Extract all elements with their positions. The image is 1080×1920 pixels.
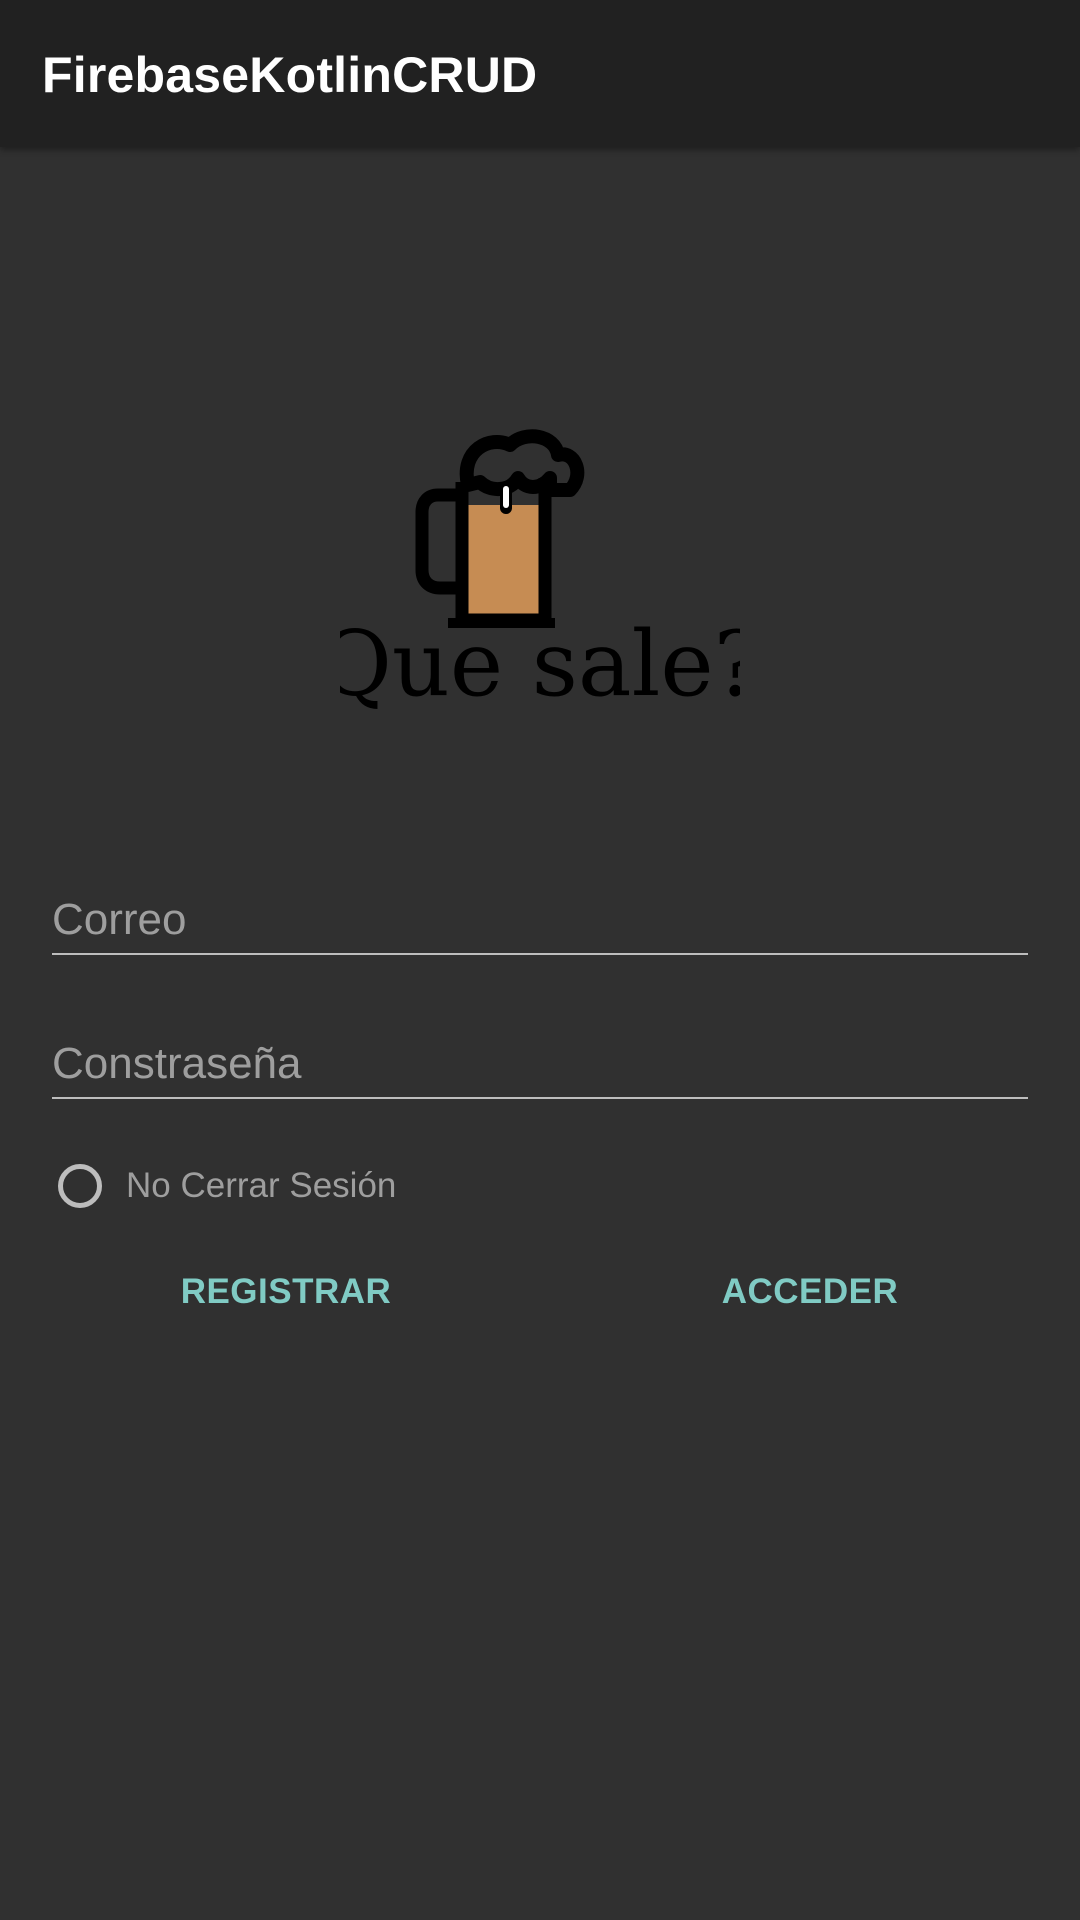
app-title: FirebaseKotlinCRUD: [42, 47, 538, 103]
login-button[interactable]: ACCEDER: [580, 1262, 1040, 1322]
app-bar: FirebaseKotlinCRUD: [0, 0, 1080, 147]
logo-text: Que sale?: [340, 612, 740, 717]
email-field[interactable]: [52, 873, 1028, 955]
register-button[interactable]: REGISTRAR: [52, 1262, 520, 1322]
keep-session-option[interactable]: No Cerrar Sesión: [56, 1158, 396, 1214]
password-input[interactable]: [52, 1039, 1028, 1089]
beer-mug-icon: Que sale?: [318, 429, 762, 717]
app-logo: Que sale?: [318, 420, 762, 720]
email-input[interactable]: [52, 895, 1028, 945]
radio-button[interactable]: [58, 1164, 102, 1208]
keep-session-label: No Cerrar Sesión: [126, 1166, 397, 1205]
password-field[interactable]: [52, 1017, 1028, 1099]
